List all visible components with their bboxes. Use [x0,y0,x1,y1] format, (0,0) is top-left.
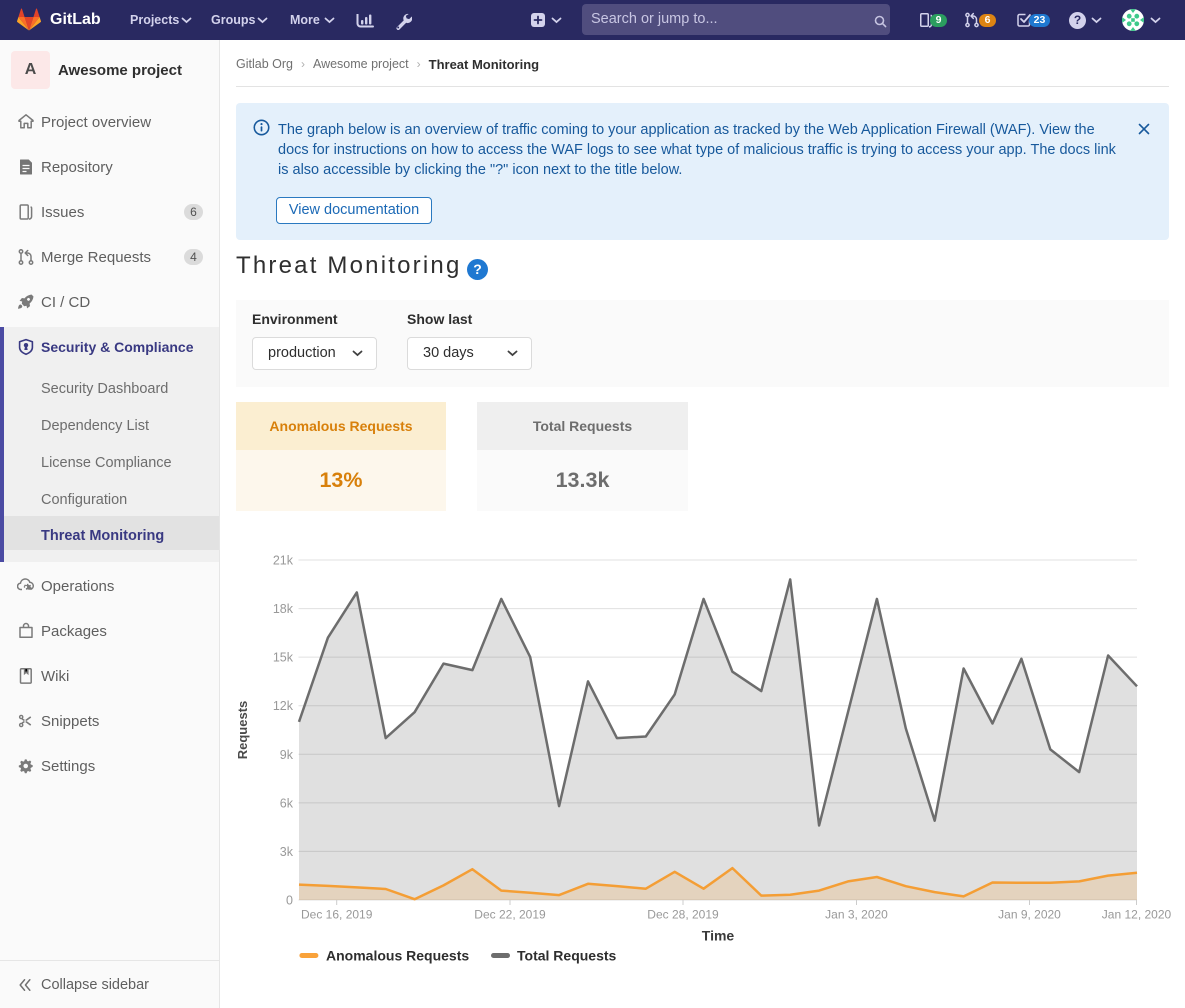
svg-text:21k: 21k [273,554,294,568]
svg-text:Jan 3, 2020: Jan 3, 2020 [825,908,888,922]
svg-text:Jan 12, 2020: Jan 12, 2020 [1102,908,1172,922]
svg-text:Jan 9, 2020: Jan 9, 2020 [998,908,1061,922]
svg-text:Dec 16, 2019: Dec 16, 2019 [301,908,373,922]
svg-text:18k: 18k [273,602,294,616]
svg-text:Requests: Requests [236,701,250,760]
svg-text:9k: 9k [280,748,294,762]
svg-text:15k: 15k [273,651,294,665]
svg-text:Dec 28, 2019: Dec 28, 2019 [647,908,719,922]
svg-text:12k: 12k [273,699,294,713]
svg-text:Total Requests: Total Requests [517,948,617,964]
svg-text:Anomalous Requests: Anomalous Requests [326,948,469,964]
svg-text:Dec 22, 2019: Dec 22, 2019 [474,908,546,922]
svg-text:3k: 3k [280,845,294,859]
svg-text:6k: 6k [280,796,294,810]
svg-text:Time: Time [702,928,735,944]
svg-text:0: 0 [286,894,293,908]
